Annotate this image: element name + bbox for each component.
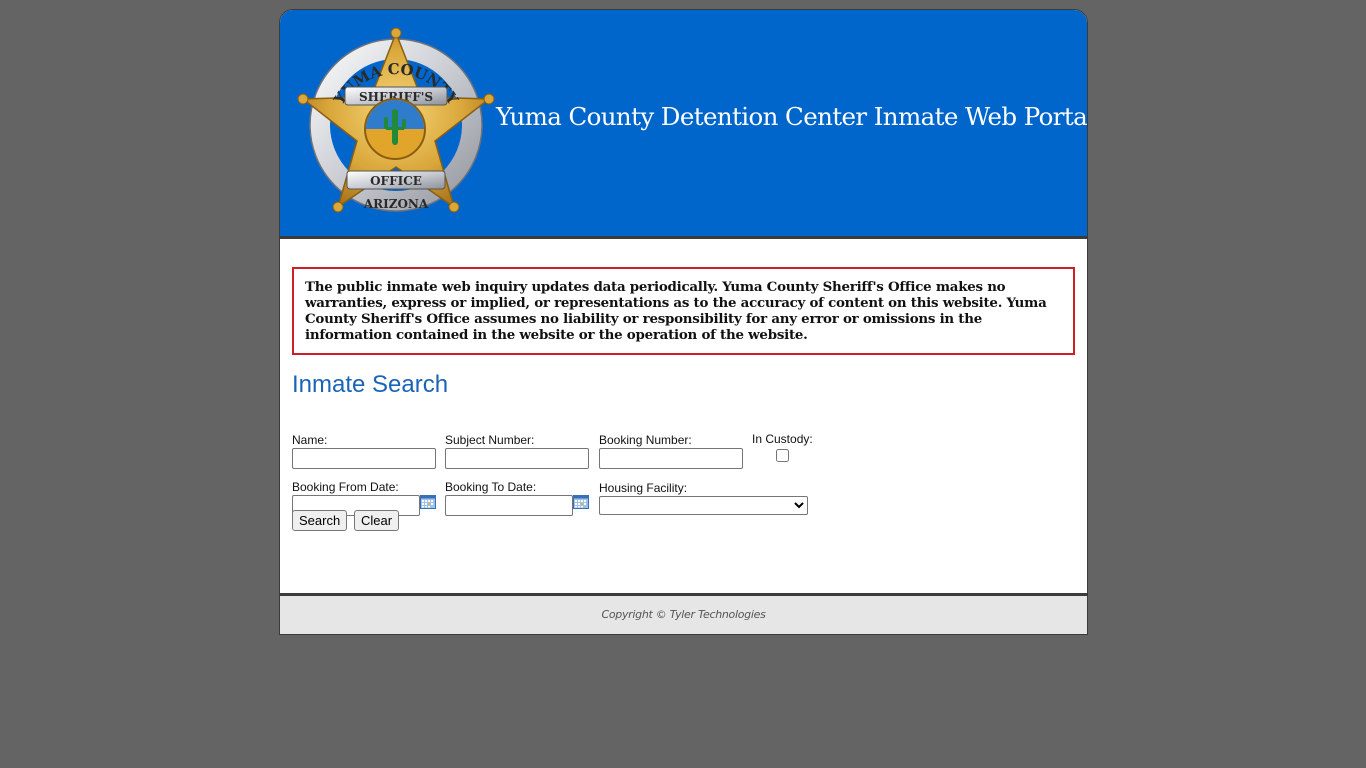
portal-container: YUMA COUNTY SHERIFF'S OFFICE ARIZONA Yum… bbox=[279, 9, 1088, 635]
booking-number-field-group: Booking Number: bbox=[599, 433, 743, 469]
search-button[interactable]: Search bbox=[292, 510, 348, 531]
site-title: Yuma County Detention Center Inmate Web … bbox=[496, 102, 1088, 131]
inmate-search-heading: Inmate Search bbox=[292, 371, 449, 398]
name-label: Name: bbox=[292, 433, 328, 447]
in-custody-label: In Custody: bbox=[752, 432, 813, 446]
copyright-text: Copyright © Tyler Technologies bbox=[601, 608, 766, 621]
subject-number-input[interactable] bbox=[445, 448, 589, 469]
subject-number-label: Subject Number: bbox=[445, 433, 535, 447]
clear-button[interactable]: Clear bbox=[354, 510, 400, 531]
calendar-icon[interactable] bbox=[573, 495, 589, 509]
booking-number-label: Booking Number: bbox=[599, 433, 692, 447]
booking-to-date-input[interactable] bbox=[445, 495, 573, 516]
svg-text:ARIZONA: ARIZONA bbox=[363, 197, 429, 211]
main-content: The public inmate web inquiry updates da… bbox=[280, 239, 1087, 593]
disclaimer-notice: The public inmate web inquiry updates da… bbox=[292, 267, 1075, 355]
housing-facility-select[interactable] bbox=[599, 496, 808, 515]
sheriff-badge-logo: YUMA COUNTY SHERIFF'S OFFICE ARIZONA bbox=[297, 27, 495, 213]
booking-number-input[interactable] bbox=[599, 448, 743, 469]
header: YUMA COUNTY SHERIFF'S OFFICE ARIZONA Yum… bbox=[280, 10, 1087, 239]
name-input[interactable] bbox=[292, 448, 436, 469]
booking-to-date-field-group: Booking To Date: bbox=[445, 480, 589, 516]
inmate-search-form: Name: Subject Number: Booking Number: In… bbox=[292, 401, 1075, 581]
booking-from-date-label: Booking From Date: bbox=[292, 480, 399, 494]
in-custody-field-group: In Custody: bbox=[752, 432, 813, 467]
subject-number-field-group: Subject Number: bbox=[445, 433, 589, 469]
housing-facility-field-group: Housing Facility: bbox=[599, 481, 808, 515]
footer: Copyright © Tyler Technologies bbox=[280, 593, 1087, 634]
housing-facility-label: Housing Facility: bbox=[599, 481, 688, 495]
name-field-group: Name: bbox=[292, 433, 436, 469]
in-custody-checkbox[interactable] bbox=[775, 449, 789, 462]
booking-to-date-label: Booking To Date: bbox=[445, 480, 537, 494]
svg-text:OFFICE: OFFICE bbox=[370, 174, 422, 188]
calendar-icon[interactable] bbox=[420, 495, 436, 509]
